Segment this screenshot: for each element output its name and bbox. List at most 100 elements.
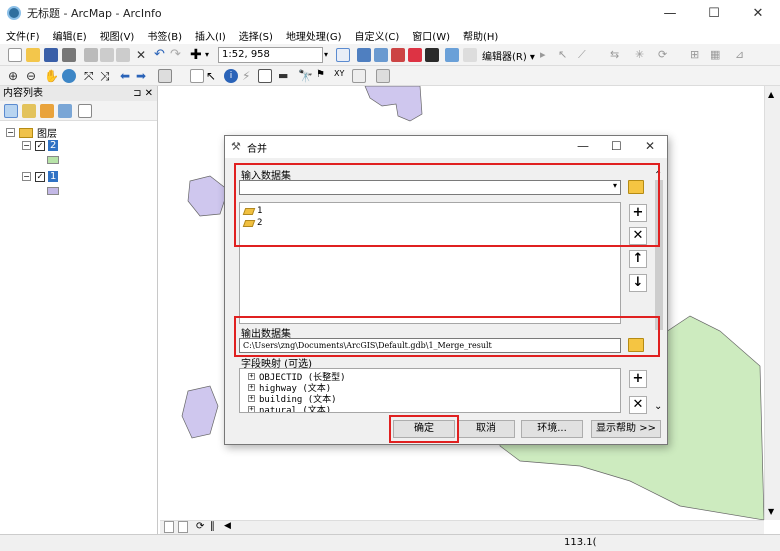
select-elements-icon[interactable]: ↖ (206, 69, 220, 83)
map-horizontal-scrollbar[interactable]: ⟳ ∥ ◀ (160, 520, 764, 534)
remove-field-button[interactable]: ✕ (629, 396, 647, 414)
menu-view[interactable]: 视图(V) (100, 28, 135, 43)
menu-help[interactable]: 帮助(H) (463, 28, 498, 43)
add-data-dropdown-icon[interactable]: ▾ (205, 48, 219, 62)
layer-name[interactable]: 1 (48, 171, 59, 182)
dialog-scroll-down-icon[interactable]: ⌄ (654, 401, 662, 412)
menu-selection[interactable]: 选择(S) (239, 28, 273, 43)
arctoolbox-icon[interactable] (408, 48, 422, 62)
collapse-icon[interactable]: − (22, 172, 31, 181)
layer-1-symbol[interactable] (47, 187, 59, 195)
find-icon[interactable]: 🔭 (298, 69, 313, 83)
paste-icon[interactable] (116, 48, 130, 62)
refresh-icon[interactable]: ⟳ (196, 521, 204, 532)
pan-icon[interactable]: ✋ (44, 69, 59, 83)
field-map-list[interactable]: + OBJECTID (长整型) + highway (文本) + building … (239, 368, 621, 413)
search-window-icon[interactable] (391, 48, 405, 62)
copy-icon[interactable] (100, 48, 114, 62)
expand-icon[interactable]: + (248, 406, 255, 412)
maximize-button[interactable]: ☐ (692, 0, 736, 26)
environments-button[interactable]: 环境... (521, 420, 583, 438)
fixed-zoom-out-icon[interactable]: ⤨ (100, 69, 114, 83)
dialog-close-button[interactable]: ✕ (645, 139, 655, 153)
html-popup-icon[interactable] (258, 69, 272, 83)
redo-icon[interactable]: ↷ (170, 48, 184, 62)
menu-windows[interactable]: 窗口(W) (412, 28, 450, 43)
undo-icon[interactable]: ↶ (154, 48, 168, 62)
list-by-selection-icon[interactable] (58, 104, 72, 118)
menu-edit[interactable]: 编辑(E) (53, 28, 87, 43)
add-data-icon[interactable]: ✚ (190, 48, 204, 62)
toc-layer-2[interactable]: − ✓ 2 (22, 140, 59, 151)
map-scale-combobox[interactable]: 1:52, 958 (218, 47, 323, 63)
model-builder-icon[interactable] (445, 48, 459, 62)
scroll-down-icon[interactable]: ▼ (768, 507, 774, 516)
toc-pin-close[interactable]: ⊐ ✕ (133, 86, 153, 101)
zoom-out-icon[interactable]: ⊖ (26, 69, 40, 83)
split-tool-icon[interactable]: ✳ (635, 48, 649, 62)
list-by-source-icon[interactable] (22, 104, 36, 118)
menu-geoprocessing[interactable]: 地理处理(G) (286, 28, 342, 43)
layer-name[interactable]: 2 (48, 140, 59, 151)
cancel-button[interactable]: 取消 (457, 420, 515, 438)
straight-segment-icon[interactable]: ⟋ (578, 48, 592, 62)
editor-menu[interactable]: 编辑器(R) ▾ (482, 48, 535, 63)
delete-icon[interactable]: ✕ (134, 48, 148, 62)
sketch-tool-icon[interactable]: ↖ (558, 48, 572, 62)
measure-icon[interactable]: ▬ (278, 69, 292, 83)
back-extent-icon[interactable]: ⬅ (120, 69, 134, 83)
menu-customize[interactable]: 自定义(C) (355, 28, 400, 43)
time-slider-icon[interactable] (352, 69, 366, 83)
viewer-window-icon[interactable] (376, 69, 390, 83)
full-extent-icon[interactable] (62, 69, 76, 83)
select-features-icon[interactable] (158, 69, 172, 83)
hyperlink-icon[interactable]: ⚡ (242, 69, 256, 83)
toc-layer-1[interactable]: − ✓ 1 (22, 171, 59, 182)
new-document-icon[interactable] (8, 48, 22, 62)
open-folder-icon[interactable] (26, 48, 40, 62)
rotate-tool-icon[interactable]: ⟳ (658, 48, 672, 62)
list-by-visibility-icon[interactable] (40, 104, 54, 118)
catalog-window-icon[interactable] (374, 48, 388, 62)
expand-icon[interactable]: + (248, 373, 255, 380)
add-field-button[interactable]: + (629, 370, 647, 388)
cut-icon[interactable] (84, 48, 98, 62)
layer-visibility-checkbox[interactable]: ✓ (35, 140, 45, 151)
create-features-icon[interactable]: ⊿ (735, 48, 749, 62)
collapse-icon[interactable]: − (22, 141, 31, 150)
toc-layers-group[interactable]: − 图层 (6, 125, 57, 140)
find-route-icon[interactable]: ⚑ (316, 69, 330, 83)
collapse-icon[interactable]: − (6, 128, 15, 137)
list-by-drawing-order-icon[interactable] (4, 104, 18, 118)
dialog-maximize-button[interactable]: ☐ (611, 139, 622, 153)
layer-2-symbol[interactable] (47, 156, 59, 164)
menu-bookmarks[interactable]: 书签(B) (147, 28, 182, 43)
map-vertical-scrollbar[interactable]: ▲ ▼ (764, 86, 780, 520)
close-button[interactable]: ✕ (736, 0, 780, 26)
clear-selection-icon[interactable] (190, 69, 204, 83)
editor-toolbar-icon[interactable] (336, 48, 350, 62)
trace-icon[interactable]: ⇆ (610, 48, 624, 62)
move-up-button[interactable]: ↑ (629, 250, 647, 268)
layout-view-icon[interactable] (164, 521, 174, 533)
print-icon[interactable] (62, 48, 76, 62)
expand-icon[interactable]: + (248, 395, 255, 402)
move-down-button[interactable]: ↓ (629, 274, 647, 292)
toc-window-icon[interactable] (357, 48, 371, 62)
fixed-zoom-in-icon[interactable]: ⤧ (84, 69, 98, 83)
sketch-properties-icon[interactable]: ▦ (710, 48, 724, 62)
toc-options-icon[interactable] (78, 104, 92, 118)
toolbar-options-icon[interactable] (463, 48, 477, 62)
go-to-xy-icon[interactable]: XY (334, 69, 348, 83)
edit-tool-icon[interactable]: ▸ (540, 48, 554, 62)
data-view-icon[interactable] (178, 521, 188, 533)
save-icon[interactable] (44, 48, 58, 62)
menu-insert[interactable]: 插入(I) (195, 28, 226, 43)
identify-icon[interactable]: i (224, 69, 238, 83)
python-window-icon[interactable] (425, 48, 439, 62)
menu-file[interactable]: 文件(F) (6, 28, 40, 43)
zoom-in-icon[interactable]: ⊕ (8, 69, 22, 83)
layer-visibility-checkbox[interactable]: ✓ (35, 171, 45, 182)
show-help-button[interactable]: 显示帮助 >> (591, 420, 661, 438)
scroll-left-icon[interactable]: ◀ (224, 521, 231, 531)
